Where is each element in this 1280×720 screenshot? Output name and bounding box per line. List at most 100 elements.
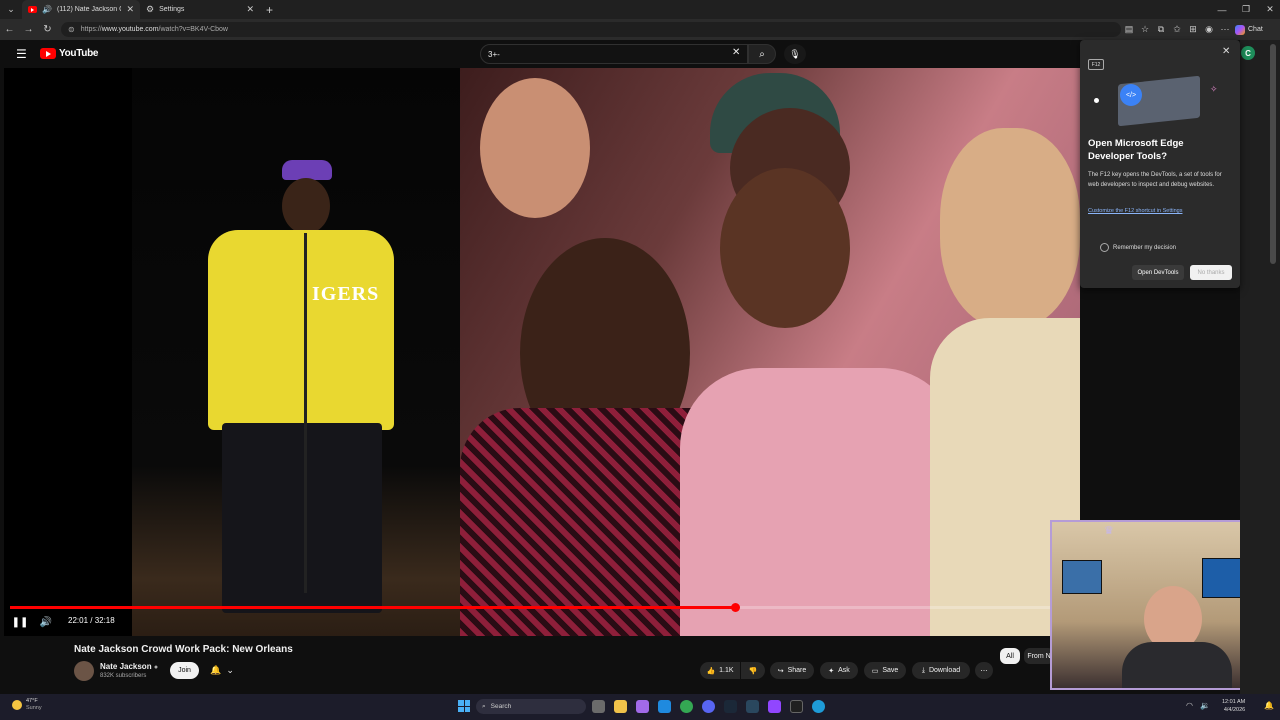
ask-button[interactable]: ✦ Ask	[820, 662, 858, 679]
join-button[interactable]: Join	[170, 662, 199, 679]
back-button[interactable]: ←	[0, 19, 19, 40]
comedian-pants	[222, 423, 382, 613]
reading-view-icon[interactable]: ▤	[1121, 19, 1137, 40]
volume-button[interactable]: 🔊	[38, 614, 54, 630]
video-player[interactable]: IGERS ❚❚ 🔊 22:01 / 32:18	[4, 68, 1080, 636]
page-scrollbar[interactable]	[1270, 44, 1276, 264]
taskbar-clock[interactable]: 12:01 AM 4/4/2026	[1222, 698, 1245, 714]
taskbar-search-box[interactable]: ⌕ Search	[476, 699, 586, 714]
clock-time: 12:01 AM	[1222, 699, 1246, 705]
weather-temp: 47°F	[26, 698, 38, 704]
progress-bar[interactable]	[10, 603, 1074, 612]
youtube-play-logo-icon	[40, 48, 56, 59]
remember-decision-checkbox[interactable]: Remember my decision	[1100, 243, 1176, 252]
audio-playing-icon[interactable]: 🔊	[42, 5, 52, 14]
microphone-icon: 🎙	[789, 48, 801, 59]
weather-widget[interactable]: 47°F Sunny	[12, 698, 42, 712]
progress-scrubber-handle[interactable]	[730, 603, 740, 612]
radio-circle-icon	[1100, 243, 1109, 252]
verified-check-icon: ●	[153, 664, 159, 671]
search-button[interactable]: ⌕	[748, 44, 776, 64]
audience-member-blonde	[940, 128, 1080, 328]
forward-button[interactable]: →	[19, 19, 38, 40]
save-button[interactable]: ▭ Save	[864, 662, 906, 679]
tab-youtube[interactable]: 🔊 (112) Nate Jackson Crowd Wo ✕	[22, 0, 140, 19]
hamburger-menu-icon[interactable]: ☰	[16, 47, 27, 61]
chrome-icon[interactable]	[680, 700, 693, 713]
mail-icon[interactable]	[658, 700, 671, 713]
copilot-icon	[1235, 24, 1245, 35]
like-count: 1.1K	[719, 667, 734, 674]
collections-icon[interactable]: ⊞	[1185, 19, 1201, 40]
refresh-button[interactable]: ↻	[38, 19, 57, 40]
app-icon[interactable]	[636, 700, 649, 713]
terminal-icon[interactable]	[790, 700, 803, 713]
copilot-chat-button[interactable]: Chat	[1235, 24, 1263, 35]
browser-toolbar: ← → ↻ ⊜ https://www.youtube.com/watch?v=…	[0, 19, 1280, 40]
favorite-star-icon[interactable]: ☆	[1137, 19, 1153, 40]
subscription-notifications-button[interactable]: 🔔 ⌄	[207, 662, 237, 679]
customize-shortcut-link[interactable]: Customize the F12 shortcut in Settings	[1088, 208, 1234, 214]
share-button[interactable]: ↪ Share	[770, 662, 814, 679]
thumbs-down-icon: 👎	[748, 667, 758, 675]
address-bar[interactable]: ⊜ https://www.youtube.com/watch?v=BK4V-C…	[61, 22, 1121, 37]
search-input[interactable]: 3+-	[480, 44, 748, 64]
settings-more-icon[interactable]: ⋯	[1217, 19, 1233, 40]
download-button[interactable]: ⤓ Download	[912, 662, 970, 679]
wifi-icon[interactable]: ◠	[1186, 701, 1193, 710]
edge-icon[interactable]	[812, 700, 825, 713]
notifications-bell-icon[interactable]: 🔔	[1264, 701, 1274, 710]
volume-tray-icon[interactable]: 🔉	[1200, 701, 1210, 710]
youtube-logo[interactable]: YouTube	[40, 48, 99, 59]
devtools-illustration: </> ✧	[1094, 75, 1230, 128]
progress-played	[10, 606, 735, 609]
clear-search-icon[interactable]: ✕	[732, 47, 740, 58]
open-devtools-button[interactable]: Open DevTools	[1132, 265, 1184, 280]
task-view-icon[interactable]	[592, 700, 605, 713]
new-tab-button[interactable]: +	[266, 3, 273, 17]
windows-start-icon[interactable]	[458, 700, 470, 712]
channel-name[interactable]: Nate Jackson ●	[100, 662, 158, 671]
chat-label: Chat	[1248, 26, 1263, 33]
time-display: 22:01 / 32:18	[68, 616, 115, 625]
subscriber-count: 832K subscribers	[100, 673, 147, 679]
favorites-icon[interactable]: ✩	[1169, 19, 1185, 40]
share-label: Share	[787, 667, 807, 674]
profile-icon[interactable]: ◉	[1201, 19, 1217, 40]
search-icon: ⌕	[482, 702, 486, 710]
tab-actions-menu-icon[interactable]: ⌄	[0, 0, 22, 19]
more-actions-button[interactable]: ⋯	[975, 662, 993, 679]
close-tab-icon[interactable]: ✕	[246, 4, 254, 15]
pause-button[interactable]: ❚❚	[11, 614, 29, 630]
pause-icon: ❚❚	[11, 616, 29, 628]
mic-stand	[304, 233, 307, 593]
minimize-button[interactable]: —	[1210, 0, 1234, 19]
close-tab-icon[interactable]: ✕	[126, 4, 134, 15]
audience-member-woman	[720, 168, 850, 328]
app-icon[interactable]	[746, 700, 759, 713]
voice-search-button[interactable]: 🎙	[784, 44, 806, 64]
youtube-wordmark: YouTube	[59, 48, 99, 59]
pink-outfit	[680, 368, 960, 636]
chip-all[interactable]: All	[1000, 648, 1020, 664]
discord-icon[interactable]	[702, 700, 715, 713]
close-icon[interactable]: ✕	[1222, 46, 1230, 57]
dislike-button[interactable]: 👎	[741, 662, 765, 679]
gear-icon: ⚙	[146, 4, 155, 14]
account-avatar[interactable]: C	[1241, 46, 1255, 60]
close-window-button[interactable]: ✕	[1258, 0, 1280, 19]
app-grid-icon[interactable]	[768, 700, 781, 713]
bell-icon: 🔔	[210, 665, 222, 675]
site-info-icon[interactable]: ⊜	[68, 25, 75, 34]
clock-date: 4/4/2026	[1223, 707, 1246, 713]
browser-tab-bar: ⌄ 🔊 (112) Nate Jackson Crowd Wo ✕ ⚙ Sett…	[0, 0, 1280, 19]
illustration-dot	[1094, 98, 1099, 103]
tab-settings[interactable]: ⚙ Settings ✕	[140, 0, 260, 19]
channel-avatar[interactable]	[74, 661, 94, 681]
no-thanks-button[interactable]: No thanks	[1190, 265, 1232, 280]
steam-icon[interactable]	[724, 700, 737, 713]
extensions-icon[interactable]: ⧉	[1153, 19, 1169, 40]
restore-button[interactable]: ❐	[1234, 0, 1258, 19]
file-explorer-icon[interactable]	[614, 700, 627, 713]
like-button[interactable]: 👍 1.1K	[700, 662, 740, 679]
